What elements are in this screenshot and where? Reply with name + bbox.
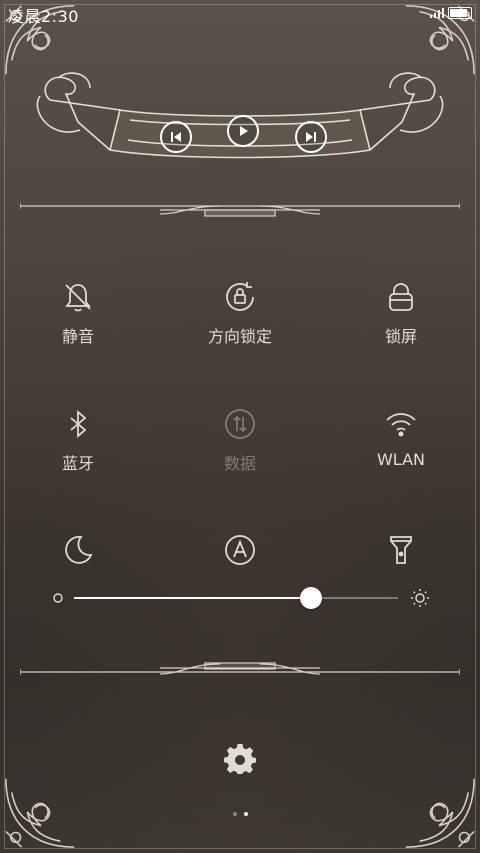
status-bar: 凌晨2:30 xyxy=(0,0,480,26)
play-button[interactable] xyxy=(227,115,259,147)
brightness-slider[interactable] xyxy=(52,584,432,612)
ornamental-divider-bottom xyxy=(19,660,461,684)
toggle-mute[interactable]: 静音 xyxy=(18,277,138,347)
music-banner xyxy=(30,60,450,180)
moon-icon xyxy=(58,530,98,570)
ornamental-divider-top xyxy=(19,200,461,224)
rotation-lock-icon xyxy=(220,277,260,317)
status-time: 凌晨2:30 xyxy=(8,7,79,26)
flashlight-icon xyxy=(381,530,421,570)
toggle-label: WLAN xyxy=(376,450,425,469)
signal-icon xyxy=(430,8,444,18)
toggle-label: 数据 xyxy=(223,454,256,473)
toggle-label: 静音 xyxy=(61,327,94,346)
page-dot-active[interactable] xyxy=(243,812,248,816)
brightness-fill xyxy=(74,597,311,599)
toggle-lock-screen[interactable]: 锁屏 xyxy=(341,277,461,347)
bluetooth-icon xyxy=(58,404,98,444)
next-track-button[interactable] xyxy=(295,121,327,153)
brightness-low-icon xyxy=(53,593,63,603)
play-icon xyxy=(240,126,248,136)
skip-next-icon xyxy=(306,132,316,142)
brightness-high-icon xyxy=(411,589,429,607)
toggle-label: 蓝牙 xyxy=(61,454,94,473)
data-arrows-icon xyxy=(220,404,260,444)
toggle-flashlight[interactable] xyxy=(341,530,461,570)
page-indicator xyxy=(0,812,480,816)
brightness-thumb[interactable] xyxy=(299,587,322,609)
wifi-icon xyxy=(381,404,421,444)
bell-off-icon xyxy=(58,277,98,317)
previous-track-button[interactable] xyxy=(160,121,192,153)
gear-icon xyxy=(224,744,256,774)
toggle-night-mode[interactable] xyxy=(18,530,138,570)
toggle-mobile-data[interactable]: 数据 xyxy=(180,404,300,474)
toggle-bluetooth[interactable]: 蓝牙 xyxy=(18,404,138,474)
lock-icon xyxy=(381,277,421,317)
skip-previous-icon xyxy=(171,132,181,142)
battery-icon xyxy=(448,7,472,19)
auto-brightness-icon xyxy=(220,530,260,570)
toggle-auto-brightness[interactable] xyxy=(180,530,300,570)
toggle-label: 锁屏 xyxy=(384,327,417,346)
status-icons xyxy=(430,7,472,19)
toggle-rotation-lock[interactable]: 方向锁定 xyxy=(180,277,300,347)
settings-button[interactable] xyxy=(224,742,256,774)
toggle-wlan[interactable]: WLAN xyxy=(341,404,461,469)
page-dot[interactable] xyxy=(232,812,237,816)
toggle-label: 方向锁定 xyxy=(207,327,272,346)
